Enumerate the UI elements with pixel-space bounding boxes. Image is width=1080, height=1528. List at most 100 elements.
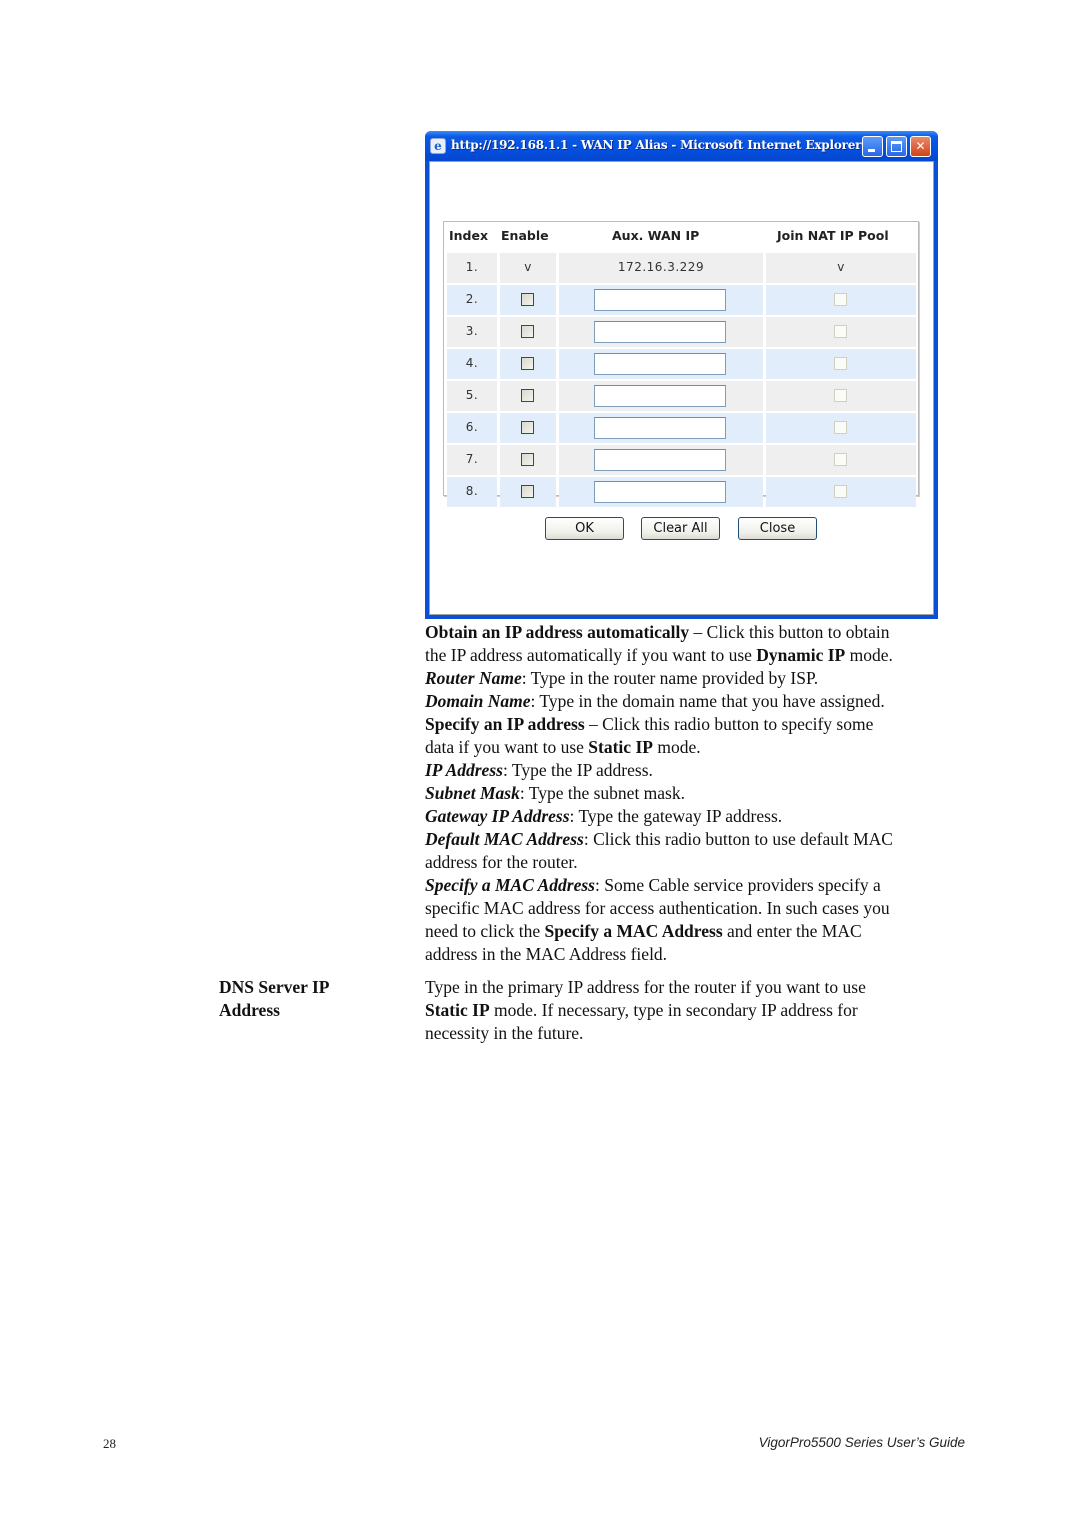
join-nat-checkbox — [834, 325, 847, 338]
close-window-button[interactable]: ✕ — [910, 136, 931, 157]
table-row: 5. — [447, 381, 916, 411]
enable-cell — [500, 445, 556, 475]
term-specify-mac: Specify a MAC Address — [425, 875, 595, 895]
join-nat-cell — [766, 477, 916, 507]
aux-wan-ip-cell — [559, 381, 763, 411]
obtain-ip-description: Obtain an IP address automatically – Cli… — [425, 621, 985, 667]
text: – Click this radio button to specify som… — [584, 714, 874, 734]
term-static-ip: Static IP — [425, 1000, 490, 1020]
aux-wan-ip-input[interactable] — [594, 449, 726, 471]
text: address for the router. — [425, 852, 578, 872]
label-line: Address — [219, 1000, 280, 1020]
text: address in the MAC Address field. — [425, 944, 668, 964]
aux-wan-ip-input[interactable] — [594, 385, 726, 407]
enable-value: v — [524, 260, 532, 274]
text: mode. — [652, 737, 701, 757]
join-nat-cell — [766, 349, 916, 379]
page-number: 28 — [103, 1436, 116, 1451]
text: : Some Cable service providers specify a — [594, 875, 881, 895]
text: : Type the IP address. — [502, 760, 653, 780]
join-nat-checkbox — [834, 421, 847, 434]
term-specify-ip: Specify an IP address — [425, 714, 585, 734]
row-index: 1. — [465, 260, 479, 274]
column-header-index: Index — [449, 228, 489, 243]
term-dynamic-ip: Dynamic IP — [756, 645, 846, 665]
term-domain-name: Domain Name — [425, 691, 531, 711]
text: and enter the MAC — [722, 921, 862, 941]
row-index: 4. — [465, 356, 479, 370]
specify-ip-description: Specify an IP address – Click this radio… — [425, 713, 985, 759]
wan-ip-alias-table: Index Enable Aux. WAN IP Join NAT IP Poo… — [443, 221, 919, 507]
aux-wan-ip-input[interactable] — [594, 481, 726, 503]
enable-checkbox[interactable] — [521, 453, 534, 466]
enable-cell — [500, 285, 556, 315]
gateway-description: Gateway IP Address: Type the gateway IP … — [425, 805, 985, 828]
aux-wan-ip-cell — [559, 285, 763, 315]
text: : Click this radio button to use default… — [583, 829, 893, 849]
aux-wan-ip-input[interactable] — [594, 321, 726, 343]
enable-checkbox[interactable] — [521, 485, 534, 498]
term-obtain-ip: Obtain an IP address automatically — [425, 622, 690, 642]
row-index: 2. — [465, 292, 479, 306]
aux-wan-ip-value: 172.16.3.229 — [617, 260, 705, 274]
index-cell: 4. — [447, 349, 497, 379]
text: – Click this button to obtain — [689, 622, 890, 642]
minimize-icon — [868, 149, 875, 152]
close-button[interactable]: Close — [738, 517, 817, 540]
text: mode. — [845, 645, 893, 665]
enable-checkbox[interactable] — [521, 293, 534, 306]
join-nat-cell — [766, 381, 916, 411]
aux-wan-ip-input[interactable] — [594, 289, 726, 311]
enable-checkbox[interactable] — [521, 421, 534, 434]
term-default-mac: Default MAC Address — [425, 829, 584, 849]
maximize-icon — [891, 141, 902, 152]
index-cell: 7. — [447, 445, 497, 475]
term-router-name: Router Name — [425, 668, 522, 688]
table-row: 8. — [447, 477, 916, 507]
table-row: 7. — [447, 445, 916, 475]
term-gateway-ip: Gateway IP Address — [425, 806, 570, 826]
index-cell: 1. — [447, 253, 497, 283]
column-header-aux-wan-ip: Aux. WAN IP — [612, 228, 700, 243]
enable-checkbox[interactable] — [521, 325, 534, 338]
text: : Type the gateway IP address. — [569, 806, 783, 826]
aux-wan-ip-input[interactable] — [594, 417, 726, 439]
term-specify-mac-bold: Specify a MAC Address — [544, 921, 723, 941]
join-nat-checkbox — [834, 293, 847, 306]
text: necessity in the future. — [425, 1023, 584, 1043]
index-cell: 5. — [447, 381, 497, 411]
aux-wan-ip-cell: 172.16.3.229 — [559, 253, 763, 283]
enable-cell — [500, 317, 556, 347]
join-nat-value: v — [837, 260, 845, 274]
maximize-button[interactable] — [886, 136, 907, 157]
aux-wan-ip-cell — [559, 349, 763, 379]
join-nat-checkbox — [834, 389, 847, 402]
table-row: 1. v 172.16.3.229 v — [447, 253, 916, 283]
row-index: 7. — [465, 452, 479, 466]
join-nat-checkbox — [834, 485, 847, 498]
join-nat-checkbox — [834, 453, 847, 466]
text: : Type the subnet mask. — [519, 783, 685, 803]
clear-all-button[interactable]: Clear All — [641, 517, 720, 540]
join-nat-cell — [766, 445, 916, 475]
index-cell: 6. — [447, 413, 497, 443]
join-nat-cell — [766, 317, 916, 347]
term-subnet-mask: Subnet Mask — [425, 783, 520, 803]
ok-button[interactable]: OK — [545, 517, 624, 540]
aux-wan-ip-cell — [559, 413, 763, 443]
default-mac-description: Default MAC Address: Click this radio bu… — [425, 828, 985, 874]
enable-cell — [500, 349, 556, 379]
enable-checkbox[interactable] — [521, 357, 534, 370]
enable-checkbox[interactable] — [521, 389, 534, 402]
ip-address-description: IP Address: Type the IP address. — [425, 759, 985, 782]
index-cell: 8. — [447, 477, 497, 507]
row-index: 6. — [465, 420, 479, 434]
row-index: 5. — [465, 388, 479, 402]
table-row: 4. — [447, 349, 916, 379]
title-bar[interactable]: e http://192.168.1.1 - WAN IP Alias - Mi… — [425, 131, 938, 161]
enable-cell: v — [500, 253, 556, 283]
aux-wan-ip-cell — [559, 317, 763, 347]
index-cell: 3. — [447, 317, 497, 347]
aux-wan-ip-input[interactable] — [594, 353, 726, 375]
minimize-button[interactable] — [862, 136, 883, 157]
